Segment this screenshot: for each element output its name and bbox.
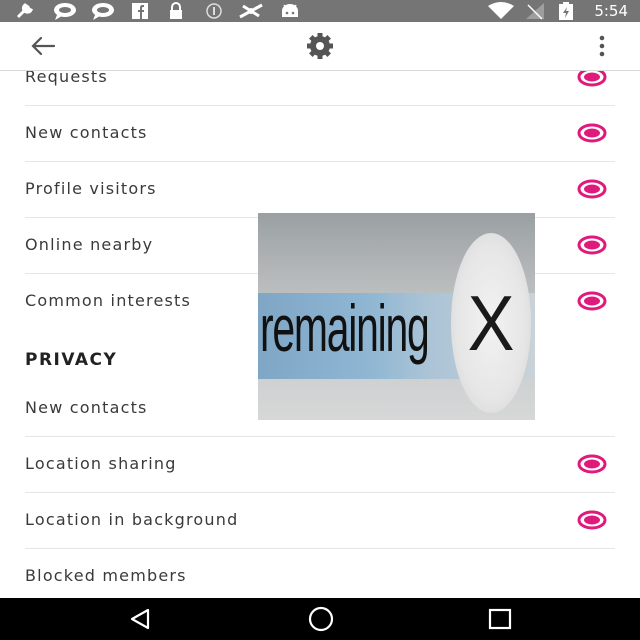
setting-label: Common interests — [25, 291, 192, 310]
toggle-on-icon[interactable] — [577, 179, 607, 199]
lock-icon — [166, 2, 186, 20]
setting-label: New contacts — [25, 398, 148, 417]
ad-overlay[interactable]: remaining X — [258, 213, 535, 420]
ad-remaining-text: remaining — [260, 291, 430, 365]
back-button[interactable] — [28, 32, 58, 60]
setting-label: Blocked members — [25, 566, 187, 585]
nav-back-button[interactable] — [126, 606, 154, 632]
close-icon: X — [467, 278, 515, 367]
toggle-on-icon[interactable] — [577, 510, 607, 530]
ad-close-button[interactable]: X — [451, 233, 531, 413]
battery-charging-icon — [556, 2, 576, 20]
setting-row-profile-visitors[interactable]: Profile visitors — [25, 161, 615, 218]
circle-info-icon — [204, 2, 224, 20]
setting-row-requests[interactable]: Requests — [25, 71, 615, 106]
gear-icon — [302, 33, 338, 64]
settings-gear-button[interactable] — [302, 32, 338, 60]
setting-label: Location in background — [25, 510, 239, 529]
setting-row-blocked-members[interactable]: Blocked members — [25, 548, 615, 598]
android-icon — [278, 2, 302, 20]
home-circle-icon — [305, 606, 337, 636]
nav-home-button[interactable] — [305, 606, 337, 632]
toggle-on-icon[interactable] — [577, 291, 607, 311]
setting-row-location-background[interactable]: Location in background — [25, 492, 615, 549]
status-bar: 5:54 — [0, 0, 640, 22]
overflow-menu-button[interactable] — [590, 32, 614, 60]
facebook-icon — [130, 2, 150, 20]
wrench-icon — [14, 2, 40, 20]
setting-label: Online nearby — [25, 235, 154, 254]
overflow-menu-icon — [590, 35, 614, 64]
satellite-icon — [236, 2, 266, 20]
setting-label: New contacts — [25, 123, 148, 142]
nav-recents-button[interactable] — [486, 606, 514, 632]
setting-label: Profile visitors — [25, 179, 157, 198]
chat-bubble-icon — [88, 2, 118, 20]
toggle-on-icon[interactable] — [577, 123, 607, 143]
toggle-on-icon[interactable] — [577, 235, 607, 255]
back-triangle-icon — [126, 608, 154, 636]
wifi-icon — [486, 2, 516, 20]
clock-time: 5:54 — [594, 2, 628, 20]
recents-square-icon — [486, 608, 514, 636]
toggle-on-icon[interactable] — [577, 454, 607, 474]
navigation-bar — [0, 598, 640, 640]
arrow-left-icon — [28, 36, 58, 64]
toggle-on-icon[interactable] — [577, 71, 607, 87]
section-header-privacy: PRIVACY — [25, 350, 118, 370]
setting-row-location-sharing[interactable]: Location sharing — [25, 436, 615, 493]
chat-bubble-icon — [50, 2, 80, 20]
no-signal-icon — [524, 2, 546, 20]
setting-label: Requests — [25, 71, 108, 86]
app-bar — [0, 22, 640, 71]
setting-label: Location sharing — [25, 454, 177, 473]
setting-row-new-contacts[interactable]: New contacts — [25, 105, 615, 162]
